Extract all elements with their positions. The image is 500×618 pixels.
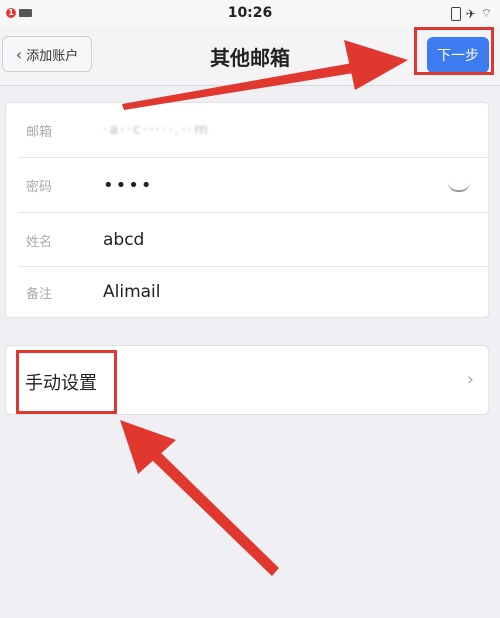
note-label: 备注 [26,286,53,302]
highlight-box-manual [16,350,117,414]
status-bar: 1 10:26 ✈ ⌔ [0,0,500,27]
name-field[interactable]: abcd [103,230,144,250]
arrow-shaft-bottom [152,452,279,576]
name-row[interactable]: 姓名 abcd [6,213,488,267]
password-label: 密码 [26,179,53,195]
eye-closed-icon[interactable] [448,182,470,192]
account-form: 邮箱 ·a··c·····.··m 密码 •••• 姓名 abcd 备注 Ali… [5,102,489,318]
arrow-to-manual-settings [120,420,279,576]
note-row[interactable]: 备注 Alimail [6,265,488,319]
password-field[interactable]: •••• [103,175,153,196]
status-right: ✈ ⌔ [450,6,492,21]
name-label: 姓名 [26,234,53,250]
email-label: 邮箱 [26,124,53,140]
airplane-icon: ✈ [465,6,476,21]
chevron-right-icon: › [466,369,474,390]
arrowhead-bottom [120,420,176,474]
highlight-box-next [414,27,494,75]
password-row[interactable]: 密码 •••• [6,158,488,212]
email-field[interactable]: ·a··c·····.··m [103,122,210,138]
note-field[interactable]: Alimail [103,282,161,302]
battery-icon [450,6,461,21]
status-time: 10:26 [227,5,273,21]
wifi-icon: ⌔ [480,6,492,20]
email-row[interactable]: 邮箱 ·a··c·····.··m [6,103,488,157]
